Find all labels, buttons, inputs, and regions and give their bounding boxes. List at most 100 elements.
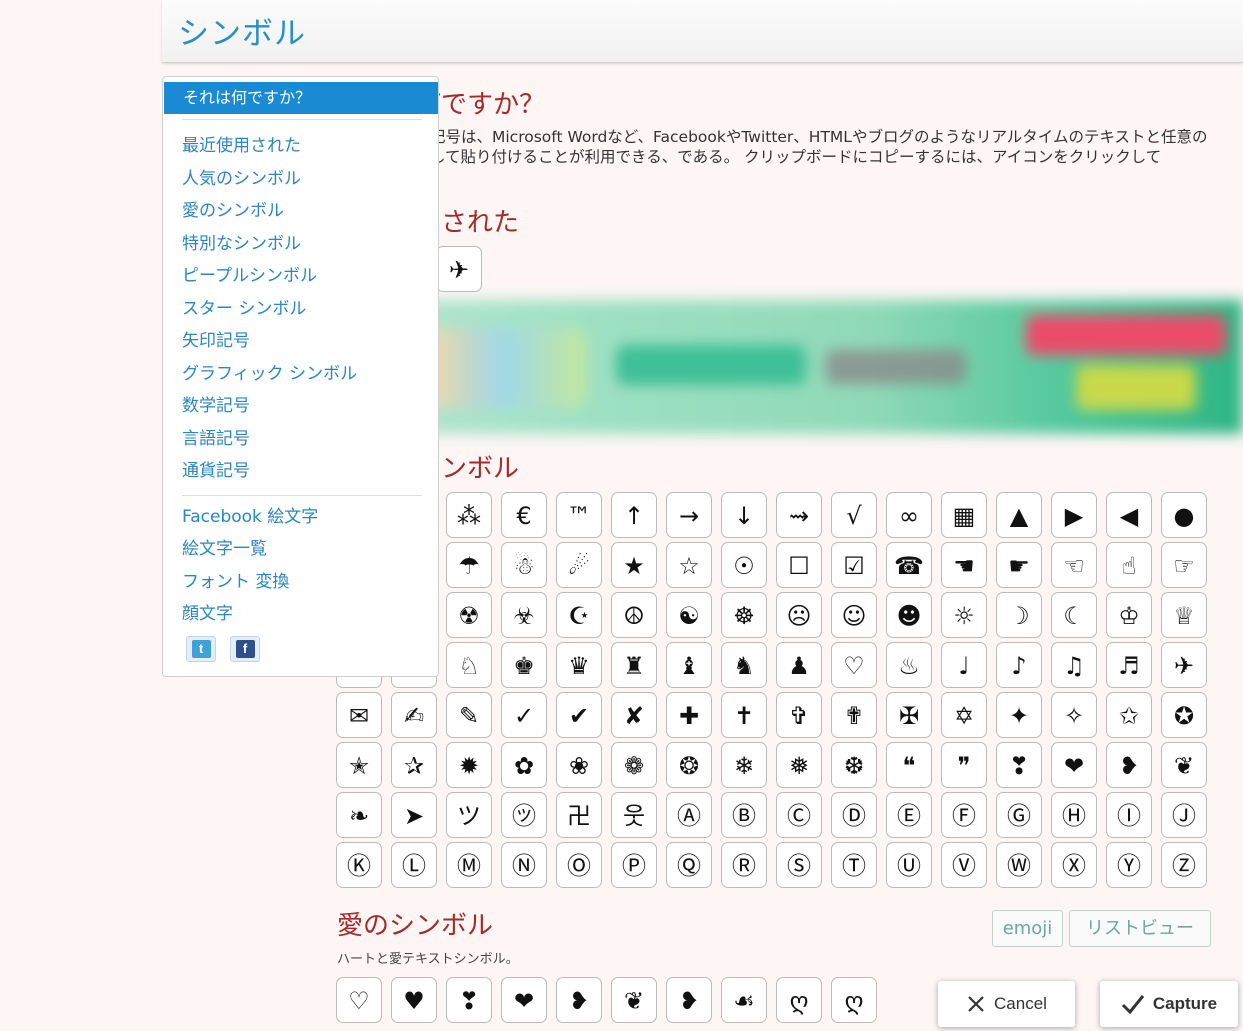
symbol-tile[interactable]: ♨ [886,642,932,688]
symbol-tile[interactable]: ☄ [556,542,602,588]
symbol-tile[interactable]: ☮ [611,592,657,638]
symbol-tile[interactable]: ⁂ [446,492,492,538]
symbol-tile[interactable]: ✟ [831,692,877,738]
symbol-tile[interactable]: ☑ [831,542,877,588]
symbol-tile[interactable]: ☎ [886,542,932,588]
symbol-tile[interactable]: ▶ [1051,492,1097,538]
symbol-tile[interactable]: ↓ [721,492,767,538]
symbol-tile[interactable]: Ⓕ [941,792,987,838]
symbol-tile[interactable]: ❥ [666,977,712,1023]
symbol-tile[interactable]: € [501,492,547,538]
symbol-tile[interactable]: ♫ [1051,642,1097,688]
symbol-tile[interactable]: ❣ [996,742,1042,788]
symbol-tile[interactable]: ❣ [446,977,492,1023]
facebook-share-button[interactable]: f [230,636,260,662]
symbol-tile[interactable]: ✈ [1161,642,1207,688]
symbol-tile[interactable]: ✹ [446,742,492,788]
sidebar-link-font-convert[interactable]: フォント 変換 [182,567,289,592]
symbol-tile[interactable]: ☢ [446,592,492,638]
symbol-tile[interactable]: Ⓝ [501,842,547,888]
symbol-tile[interactable]: → [666,492,712,538]
symbol-tile[interactable]: ❂ [666,742,712,788]
symbol-tile[interactable]: ❝ [886,742,932,788]
symbol-tile[interactable]: ⇝ [776,492,822,538]
advertisement-banner[interactable] [316,300,1243,434]
symbol-tile[interactable]: ☽ [996,592,1042,638]
symbol-tile[interactable]: ✩ [1106,692,1152,738]
symbol-tile[interactable]: ❆ [831,742,877,788]
symbol-tile[interactable]: ✚ [666,692,712,738]
symbol-tile[interactable]: ❄ [721,742,767,788]
symbol-tile[interactable]: Ⓐ [666,792,712,838]
symbol-tile[interactable]: ☝ [1106,542,1152,588]
sidebar-item-language[interactable]: 言語記号 [182,424,250,449]
symbol-tile[interactable]: Ⓓ [831,792,877,838]
sidebar-item-math[interactable]: 数学記号 [182,391,250,416]
symbol-tile[interactable]: ♬ [1106,642,1152,688]
symbol-tile[interactable]: ☺ [831,592,877,638]
symbol-tile[interactable]: ♛ [556,642,602,688]
symbol-tile[interactable]: Ⓘ [1106,792,1152,838]
symbol-tile[interactable]: ღ [831,977,877,1023]
symbol-tile[interactable]: ❤ [501,977,547,1023]
symbol-tile[interactable]: ✈ [436,246,482,292]
symbol-tile[interactable]: ✭ [336,742,382,788]
symbol-tile[interactable]: ✓ [501,692,547,738]
symbol-tile[interactable]: ♥ [391,977,437,1023]
symbol-tile[interactable]: Ⓞ [556,842,602,888]
symbol-tile[interactable]: ✧ [1051,692,1097,738]
symbol-tile[interactable]: ❤ [1051,742,1097,788]
symbol-tile[interactable]: ✰ [391,742,437,788]
symbol-tile[interactable]: Ⓛ [391,842,437,888]
symbol-tile[interactable]: ❁ [611,742,657,788]
symbol-tile[interactable]: 웃 [611,792,657,838]
sidebar-item-what[interactable]: それは何ですか？ [164,82,438,114]
symbol-tile[interactable]: ✉ [336,692,382,738]
symbol-tile[interactable]: ☐ [776,542,822,588]
symbol-tile[interactable]: ✪ [1161,692,1207,738]
symbol-tile[interactable]: ✡ [941,692,987,738]
symbol-tile[interactable]: ☸ [721,592,767,638]
symbol-tile[interactable]: ▲ [996,492,1042,538]
symbol-tile[interactable]: Ⓧ [1051,842,1097,888]
symbol-tile[interactable]: √ [831,492,877,538]
symbol-tile[interactable]: ♜ [611,642,657,688]
symbol-tile[interactable]: ❅ [776,742,822,788]
sidebar-item-love[interactable]: 愛のシンボル [182,196,284,221]
symbol-tile[interactable]: ❥ [1106,742,1152,788]
symbol-tile[interactable]: ◀ [1106,492,1152,538]
symbol-tile[interactable]: ✍ [391,692,437,738]
symbol-tile[interactable]: ™ [556,492,602,538]
twitter-share-button[interactable]: t [186,636,216,662]
symbol-tile[interactable]: ღ [776,977,822,1023]
symbol-tile[interactable]: ♕ [1161,592,1207,638]
symbol-tile[interactable]: Ⓖ [996,792,1042,838]
symbol-tile[interactable]: ✎ [446,692,492,738]
symbol-tile[interactable]: Ⓩ [1161,842,1207,888]
symbol-tile[interactable]: ♪ [996,642,1042,688]
symbol-tile[interactable]: ✝ [721,692,767,738]
symbol-tile[interactable]: Ⓤ [886,842,932,888]
capture-button[interactable]: Capture [1100,981,1238,1027]
symbol-tile[interactable]: Ⓚ [336,842,382,888]
symbol-tile[interactable]: ☹ [776,592,822,638]
cancel-button[interactable]: Cancel [938,981,1075,1027]
sidebar-item-graphic[interactable]: グラフィック シンボル [182,359,357,384]
list-view-button[interactable]: リストビュー [1069,910,1211,947]
symbol-tile[interactable]: ♝ [666,642,712,688]
symbol-tile[interactable]: Ⓣ [831,842,877,888]
symbol-tile[interactable]: ♡ [336,977,382,1023]
symbol-tile[interactable]: ✘ [611,692,657,738]
symbol-tile[interactable]: ❧ [336,792,382,838]
sidebar-item-recent[interactable]: 最近使用された [182,131,301,156]
sidebar-item-currency[interactable]: 通貨記号 [182,456,250,481]
symbol-tile[interactable]: Ⓟ [611,842,657,888]
symbol-tile[interactable]: ♩ [941,642,987,688]
symbol-tile[interactable]: 卍 [556,792,602,838]
symbol-tile[interactable]: ❥ [556,977,602,1023]
symbol-tile[interactable]: Ⓡ [721,842,767,888]
sidebar-item-star[interactable]: スター シンボル [182,294,306,319]
symbol-tile[interactable]: ❦ [1161,742,1207,788]
symbol-tile[interactable]: ツ [446,792,492,838]
symbol-tile[interactable]: ✠ [886,692,932,738]
